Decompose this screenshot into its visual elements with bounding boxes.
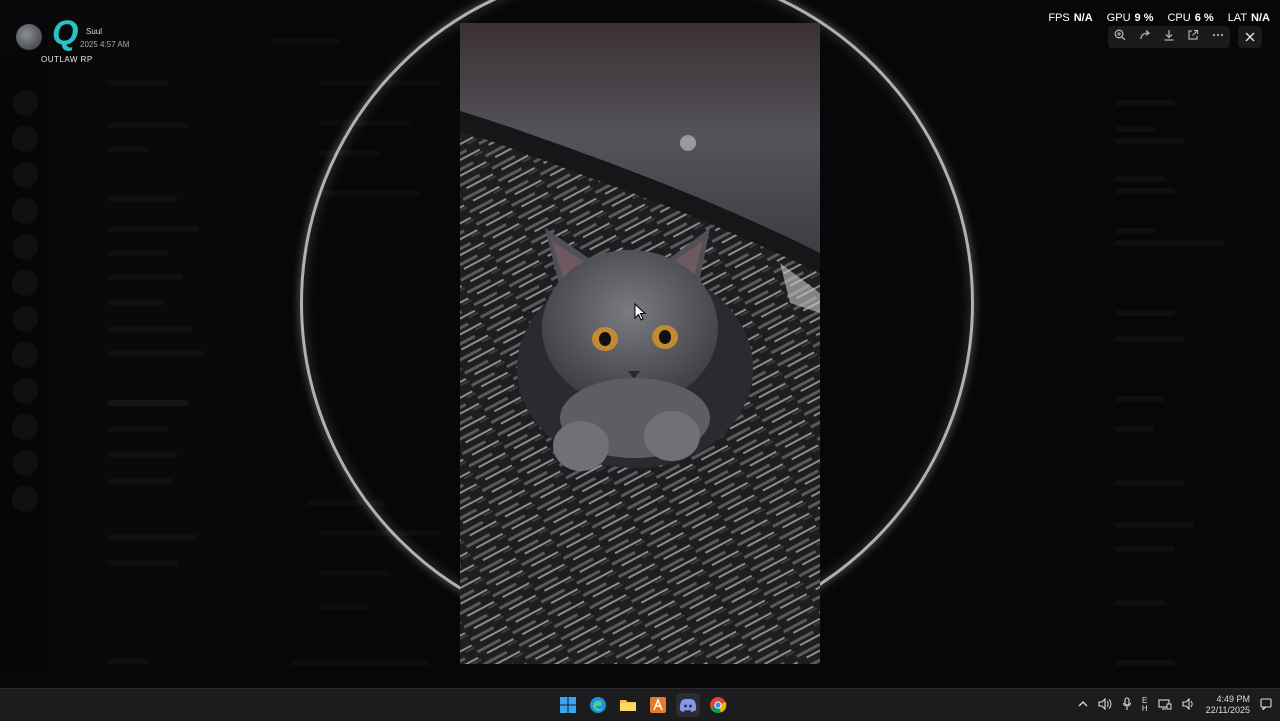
- system-tray: E H 4:49 PM 22/11/2025: [1078, 689, 1272, 721]
- chevron-up-icon[interactable]: [1078, 700, 1088, 711]
- performance-overlay: FPS N/A GPU 9 % CPU 6 % LAT N/A: [1048, 12, 1270, 24]
- share-icon[interactable]: [1137, 29, 1153, 45]
- system-clock[interactable]: 4:49 PM 22/11/2025: [1206, 694, 1250, 716]
- open-external-icon[interactable]: [1185, 29, 1201, 45]
- notification-icon[interactable]: [1260, 697, 1272, 713]
- mouse-cursor-icon: [634, 303, 646, 321]
- discord-icon[interactable]: [676, 693, 700, 717]
- download-icon[interactable]: [1161, 29, 1177, 45]
- clock-time: 4:49 PM: [1216, 694, 1250, 704]
- chrome-icon[interactable]: [706, 693, 730, 717]
- microphone-icon[interactable]: [1122, 696, 1132, 714]
- app-icon[interactable]: [646, 693, 670, 717]
- speaker-icon[interactable]: [1098, 697, 1112, 713]
- cpu-metric: CPU 6 %: [1167, 12, 1214, 24]
- taskbar-apps: [556, 693, 730, 717]
- network-icon[interactable]: [1158, 698, 1172, 713]
- edge-icon[interactable]: [586, 693, 610, 717]
- user-badge: Suul: [86, 27, 103, 36]
- image-viewer-toolbar: [1108, 26, 1230, 48]
- cat-photo: [460, 23, 820, 664]
- image-preview[interactable]: [460, 23, 820, 664]
- avatar: [16, 24, 42, 50]
- lat-metric: LAT N/A: [1227, 12, 1270, 24]
- windows-taskbar: E H 4:49 PM 22/11/2025: [0, 688, 1280, 721]
- file-explorer-icon[interactable]: [616, 693, 640, 717]
- more-icon[interactable]: [1210, 29, 1226, 45]
- close-button[interactable]: [1238, 26, 1262, 48]
- windows-start-icon[interactable]: [556, 693, 580, 717]
- volume-icon[interactable]: [1182, 697, 1196, 713]
- user-time: 2025 4:57 AM: [80, 40, 130, 49]
- gpu-metric: GPU 9 %: [1106, 12, 1154, 24]
- close-icon: [1245, 32, 1255, 42]
- language-icon[interactable]: E H: [1142, 697, 1148, 713]
- logo-mark: Q: [52, 14, 78, 52]
- zoom-in-icon[interactable]: [1112, 29, 1128, 45]
- clock-date: 22/11/2025: [1205, 705, 1250, 715]
- fps-metric: FPS N/A: [1048, 12, 1093, 24]
- logo-text: OUTLAW RP: [41, 55, 93, 64]
